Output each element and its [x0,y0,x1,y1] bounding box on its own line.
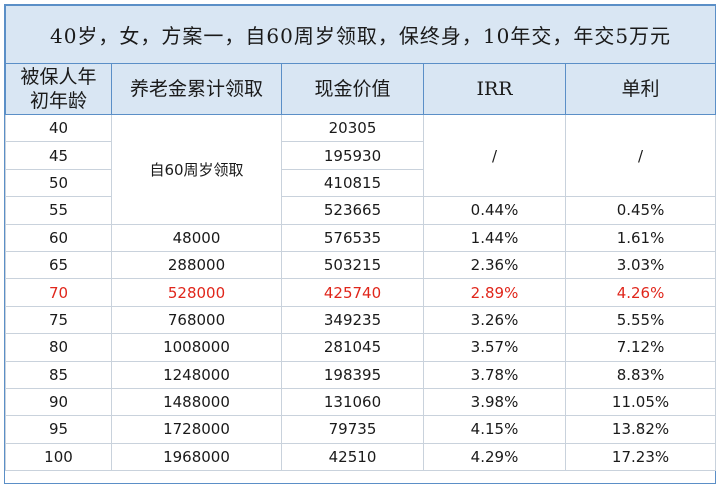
cell-irr: 2.36% [423,250,566,280]
cell-simple-interest: 3.03% [564,250,717,280]
cell-irr: 3.98% [423,387,566,417]
cell-irr: 3.78% [423,360,566,389]
cell-cash-value: 195930 [281,141,424,170]
cell-simple-interest: 1.61% [564,223,717,252]
cell-age: 75 [5,305,112,335]
cell-pension: 1968000 [111,442,282,472]
cell-age: 85 [5,360,112,389]
table-row: 95 1728000 79735 4.15% 13.82% [5,415,717,444]
cell-irr: 3.57% [423,333,566,362]
cell-pension: 768000 [111,305,282,335]
header-pension: 养老金累计领取 [111,63,282,115]
cell-simple-merged: / [564,113,717,198]
cell-pension: 1728000 [111,415,282,444]
table-row: 40 自60周岁领取 20305// [5,113,717,225]
table-row: 65 288000 503215 2.36% 3.03% [5,250,717,280]
cell-pension: 288000 [111,250,282,280]
cell-simple-interest: 7.12% [564,333,717,362]
cell-pension: 1488000 [111,387,282,417]
cell-simple-interest: 17.23% [564,442,717,472]
cell-simple-interest: 4.26% [564,278,717,307]
header-irr: IRR [423,63,566,115]
cell-age: 40 [5,113,112,143]
cell-cash-value: 349235 [281,305,424,335]
cell-cash-value: 425740 [281,278,424,307]
cell-simple-interest: 11.05% [564,387,717,417]
cell-cash-value: 281045 [281,333,424,362]
cell-age: 60 [5,223,112,252]
table-row: 85 1248000 198395 3.78% 8.83% [5,360,717,389]
table-row: 80 1008000 281045 3.57% 7.12% [5,333,717,362]
cell-pension: 48000 [111,223,282,252]
cell-simple-interest: 5.55% [564,305,717,335]
cell-cash-value: 20305 [281,113,424,143]
cell-simple-interest: 8.83% [564,360,717,389]
header-cash-value: 现金价值 [281,63,424,115]
cell-cash-value: 410815 [281,168,424,198]
table-row: 60 48000 576535 1.44% 1.61% [5,223,717,252]
cell-cash-value: 503215 [281,250,424,280]
table-body: 40 自60周岁领取 20305//45 195930 50 410815 55 523665… [5,113,717,472]
header-age: 被保人年 初年龄 [5,63,112,115]
table-frame: 40岁，女，方案一，自60周岁领取，保终身，10年交，年交5万元 被保人年 初年… [4,4,717,484]
cell-cash-value: 131060 [281,387,424,417]
table-row: 100 1968000 42510 4.29% 17.23% [5,442,717,472]
cell-simple-interest: 13.82% [564,415,717,444]
cell-irr: 4.15% [423,415,566,444]
cell-age: 100 [5,442,112,472]
cell-age: 50 [5,168,112,198]
cell-cash-value: 42510 [281,442,424,472]
cell-irr: 4.29% [423,442,566,472]
cell-irr: 2.89% [423,278,566,307]
cell-age: 55 [5,196,112,225]
table-row: 70 528000 425740 2.89% 4.26% [5,278,717,307]
cell-simple-interest: 0.45% [564,196,717,225]
cell-irr: 0.44% [423,196,566,225]
cell-cash-value: 523665 [281,196,424,225]
cell-pension: 1008000 [111,333,282,362]
cell-pension-merged: 自60周岁领取 [111,114,282,225]
cell-pension: 528000 [111,278,282,307]
cell-age: 80 [5,333,112,362]
benefit-table: 40岁，女，方案一，自60周岁领取，保终身，10年交，年交5万元 被保人年 初年… [4,5,717,472]
table-row: 90 1488000 131060 3.98% 11.05% [5,387,717,417]
header-age-line1: 被保人年 [20,66,97,88]
cell-irr: 1.44% [423,223,566,252]
cell-irr-merged: / [423,113,566,198]
table-row: 75 768000 349235 3.26% 5.55% [5,305,717,335]
cell-age: 65 [5,250,112,280]
cell-age: 90 [5,387,112,417]
cell-cash-value: 198395 [281,360,424,389]
header-age-line2: 初年龄 [29,90,87,112]
cell-age: 70 [5,278,112,307]
table-title: 40岁，女，方案一，自60周岁领取，保终身，10年交，年交5万元 [4,5,717,64]
cell-cash-value: 576535 [281,223,424,252]
cell-irr: 3.26% [423,305,566,335]
header-simple-interest: 单利 [564,63,717,115]
cell-age: 45 [5,141,112,170]
header-row: 被保人年 初年龄 养老金累计领取 现金价值 IRR 单利 [5,63,717,115]
title-row: 40岁，女，方案一，自60周岁领取，保终身，10年交，年交5万元 [4,5,717,64]
cell-cash-value: 79735 [281,415,424,444]
cell-pension: 1248000 [111,360,282,389]
cell-age: 95 [5,415,112,444]
